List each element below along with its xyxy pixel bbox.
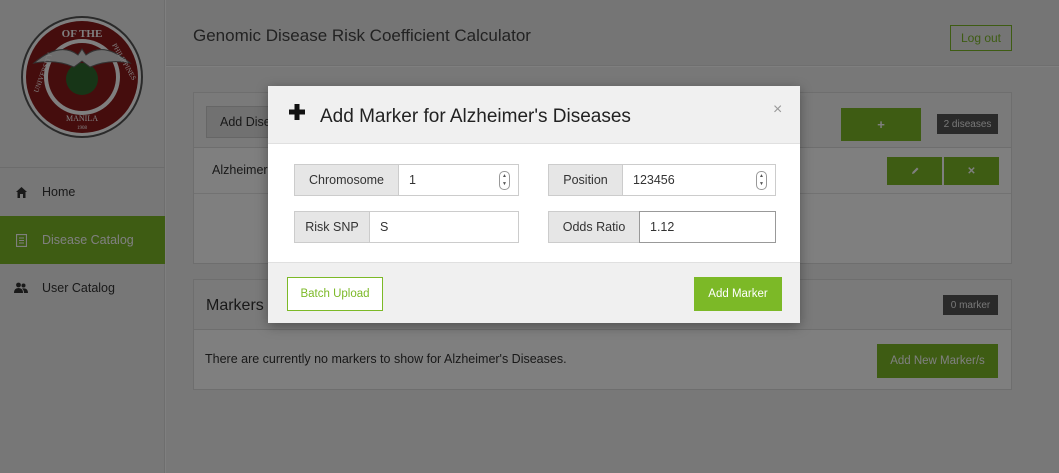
plus-icon bbox=[289, 104, 305, 120]
add-marker-button[interactable]: Add Marker bbox=[694, 277, 782, 311]
modal-header: Add Marker for Alzheimer's Diseases × bbox=[268, 86, 800, 144]
odds-ratio-field: Odds Ratio 1.12 bbox=[548, 211, 776, 243]
position-input[interactable]: 123456 ▲ ▼ bbox=[622, 164, 776, 196]
odds-ratio-input[interactable]: 1.12 bbox=[639, 211, 776, 243]
close-icon[interactable]: × bbox=[773, 101, 782, 119]
modal-body: Chromosome 1 ▲ ▼ Position 123456 ▲ ▼ Risk … bbox=[268, 144, 800, 262]
chromosome-input[interactable]: 1 ▲ ▼ bbox=[398, 164, 519, 196]
position-label: Position bbox=[548, 164, 622, 196]
position-value: 123456 bbox=[633, 173, 675, 187]
odds-ratio-label: Odds Ratio bbox=[548, 211, 639, 243]
add-marker-modal: Add Marker for Alzheimer's Diseases × Ch… bbox=[268, 86, 800, 323]
modal-footer: Batch Upload Add Marker bbox=[268, 262, 800, 323]
number-spinner-icon[interactable]: ▲ ▼ bbox=[756, 171, 767, 190]
odds-ratio-value: 1.12 bbox=[650, 220, 675, 234]
risk-snp-value: S bbox=[380, 220, 389, 234]
chromosome-field: Chromosome 1 ▲ ▼ bbox=[294, 164, 519, 196]
chromosome-value: 1 bbox=[409, 173, 416, 187]
risk-snp-label: Risk SNP bbox=[294, 211, 369, 243]
position-field: Position 123456 ▲ ▼ bbox=[548, 164, 776, 196]
number-spinner-icon[interactable]: ▲ ▼ bbox=[499, 171, 510, 190]
modal-title: Add Marker for Alzheimer's Diseases bbox=[320, 106, 631, 127]
risk-snp-field: Risk SNP S bbox=[294, 211, 519, 243]
risk-snp-input[interactable]: S bbox=[369, 211, 519, 243]
chromosome-label: Chromosome bbox=[294, 164, 398, 196]
batch-upload-button[interactable]: Batch Upload bbox=[287, 277, 383, 311]
